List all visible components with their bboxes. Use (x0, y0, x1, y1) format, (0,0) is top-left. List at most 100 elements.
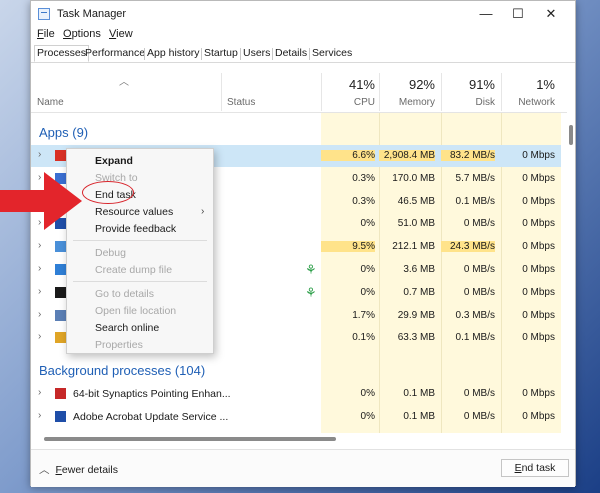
cell-network: 0 Mbps (522, 150, 555, 161)
menu-bar: File Options View (31, 27, 575, 43)
app-icon (55, 309, 66, 321)
column-name[interactable]: Name (37, 97, 64, 108)
ctx-create-dump-file: Create dump file (95, 264, 173, 276)
tab-app-history[interactable]: App history (147, 46, 200, 63)
cell-memory: 51.0 MB (397, 218, 435, 230)
process-row[interactable]: › Adobe Acrobat Update Service ... 0% 0.1 M… (31, 406, 561, 428)
cell-memory: 0.1 MB (403, 411, 435, 422)
column-status[interactable]: Status (227, 97, 255, 108)
fewer-details-link[interactable]: ︿ Fewer details (39, 462, 118, 477)
cell-memory: 2,908.4 MB (379, 150, 435, 161)
cell-disk: 24.3 MB/s (441, 241, 495, 253)
cell-memory: 212.1 MB (392, 241, 435, 253)
end-task-label: nd task (521, 462, 556, 474)
cell-network: 0 Mbps (522, 332, 555, 344)
cell-cpu: 1.7% (352, 309, 375, 321)
process-name: Adobe Acrobat Update Service ... (73, 411, 229, 423)
tab-details[interactable]: Details (275, 46, 307, 63)
ctx-separator (73, 281, 207, 282)
cell-disk: 0.3 MB/s (455, 309, 495, 321)
column-header-row: ︿ Name Status 41% CPU 92% Memory 91% Dis… (31, 63, 567, 113)
cell-memory: 29.9 MB (397, 309, 435, 321)
cell-network: 0 Mbps (522, 388, 555, 399)
end-task-button[interactable]: End task (501, 459, 569, 477)
column-cpu-percent[interactable]: 41% (321, 77, 375, 92)
cell-memory: 3.6 MB (403, 264, 435, 275)
cell-memory: 170.0 MB (392, 172, 435, 184)
chevron-right-icon[interactable]: › (38, 263, 41, 274)
cell-cpu: 9.5% (321, 241, 375, 253)
context-menu: Expand Switch to End task Resource value… (66, 148, 214, 354)
menu-options[interactable]: Options (63, 28, 101, 40)
chevron-right-icon[interactable]: › (38, 387, 41, 398)
cell-network: 0 Mbps (522, 411, 555, 422)
menu-file[interactable]: File (37, 28, 55, 40)
column-memory-percent[interactable]: 92% (379, 77, 435, 92)
menu-file-label: ile (43, 28, 55, 40)
column-network[interactable]: Network (501, 97, 555, 108)
cell-network: 0 Mbps (522, 241, 555, 253)
cell-network: 0 Mbps (522, 264, 555, 275)
menu-options-mnemonic: O (63, 28, 72, 40)
cell-cpu: 0% (360, 286, 375, 298)
cell-cpu: 0.3% (352, 172, 375, 184)
app-icon (55, 264, 66, 275)
app-icon (55, 411, 66, 422)
column-disk[interactable]: Disk (441, 97, 495, 108)
cell-cpu: 0% (360, 388, 375, 399)
menu-file-mnemonic: F (37, 28, 44, 40)
app-icon (55, 286, 66, 298)
efficiency-leaf-icon: ⚘ (305, 262, 317, 277)
cell-cpu: 0.3% (352, 195, 375, 207)
chevron-right-icon[interactable]: › (38, 149, 41, 160)
window-title: Task Manager (57, 8, 127, 20)
ctx-provide-feedback[interactable]: Provide feedback (95, 223, 176, 235)
tab-performance[interactable]: Performance (85, 46, 145, 63)
chevron-right-icon[interactable]: › (38, 331, 41, 342)
cell-disk: 0 MB/s (463, 286, 495, 298)
cell-cpu: 6.6% (321, 150, 375, 161)
ctx-go-to-details: Go to details (95, 288, 154, 300)
close-button[interactable]: ✕ (536, 5, 566, 23)
cell-cpu: 0% (360, 411, 375, 422)
tab-processes[interactable]: Processes (34, 45, 90, 62)
menu-view[interactable]: View (109, 28, 133, 40)
ctx-search-online[interactable]: Search online (95, 322, 159, 334)
chevron-right-icon[interactable]: › (38, 410, 41, 421)
ctx-separator (73, 240, 207, 241)
chevron-right-icon[interactable]: › (38, 240, 41, 251)
chevron-right-icon[interactable]: › (38, 286, 41, 297)
column-memory[interactable]: Memory (379, 97, 435, 108)
column-network-percent[interactable]: 1% (501, 77, 555, 92)
cell-disk: 0 MB/s (463, 411, 495, 422)
chevron-right-icon[interactable]: › (38, 309, 41, 320)
cell-network: 0 Mbps (522, 309, 555, 321)
cell-disk: 0.1 MB/s (455, 195, 495, 207)
ctx-expand[interactable]: Expand (95, 155, 133, 167)
chevron-up-icon: ︿ (39, 464, 50, 476)
tab-startup[interactable]: Startup (204, 46, 238, 63)
section-background-processes: Background processes (104) (39, 363, 206, 378)
tab-users[interactable]: Users (243, 46, 270, 63)
tab-divider (201, 48, 202, 60)
column-separator (221, 73, 222, 111)
app-icon (55, 332, 66, 344)
horizontal-scrollbar[interactable] (44, 437, 336, 441)
minimize-button[interactable]: — (471, 5, 501, 23)
section-apps: Apps (9) (39, 125, 89, 140)
process-row[interactable]: › 64-bit Synaptics Pointing Enhan... 0% 0.1… (31, 383, 561, 405)
vertical-scrollbar[interactable] (569, 125, 573, 145)
sort-chevron-up-icon[interactable]: ︿ (119, 73, 129, 88)
tab-services[interactable]: Services (312, 46, 352, 63)
tab-bar: Processes Performance App history Startu… (31, 44, 575, 63)
tab-divider (272, 48, 273, 60)
column-cpu[interactable]: CPU (321, 97, 375, 108)
cell-disk: 83.2 MB/s (441, 150, 495, 161)
maximize-button[interactable]: ☐ (503, 5, 533, 23)
cell-cpu: 0% (360, 218, 375, 230)
efficiency-leaf-icon: ⚘ (305, 284, 317, 300)
cell-memory: 0.7 MB (403, 286, 435, 298)
column-disk-percent[interactable]: 91% (441, 77, 495, 92)
ctx-resource-values[interactable]: Resource values (95, 206, 173, 218)
fewer-details-label: ewer details (61, 464, 118, 476)
